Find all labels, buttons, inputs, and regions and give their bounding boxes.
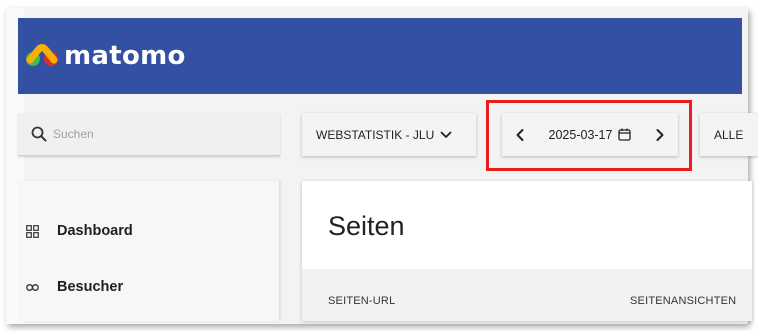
app-name: matomo [64, 41, 186, 71]
menu-item-label: Besucher [57, 279, 124, 295]
search-icon [31, 126, 47, 142]
calendar-icon [618, 128, 632, 141]
visitors-icon [26, 283, 39, 291]
menu-item-visitors[interactable]: Besucher [18, 272, 280, 302]
search-box[interactable] [18, 113, 280, 156]
site-selector[interactable]: WEBSTATISTIK - JLU [302, 113, 476, 156]
chevron-right-icon[interactable] [654, 128, 666, 142]
top-header: matomo [18, 18, 742, 94]
menu-item-label: Dashboard [57, 223, 133, 239]
matomo-logo[interactable]: matomo [24, 41, 186, 71]
left-menu: Dashboard Besucher [18, 181, 280, 321]
dashboard-grid-icon [26, 224, 39, 238]
search-input[interactable] [53, 127, 253, 141]
chevron-left-icon[interactable] [514, 128, 526, 142]
report-title: Seiten [328, 211, 405, 241]
menu-item-dashboard[interactable]: Dashboard [18, 216, 280, 246]
date-selector: 2025-03-17 [502, 113, 678, 156]
report-card: Seiten SEITEN-URL SEITENANSICHTEN [302, 181, 752, 321]
chevron-down-icon [440, 131, 452, 138]
column-header-url[interactable]: SEITEN-URL [328, 295, 395, 307]
site-selector-label: WEBSTATISTIK - JLU [316, 127, 435, 142]
date-picker[interactable]: 2025-03-17 [549, 128, 632, 142]
date-value: 2025-03-17 [548, 127, 613, 142]
table-header: SEITEN-URL SEITENANSICHTEN [302, 269, 752, 321]
segment-selector[interactable]: ALLE [700, 113, 758, 156]
matomo-logo-icon [26, 44, 58, 66]
column-header-pageviews[interactable]: SEITENANSICHTEN [630, 295, 736, 307]
segment-label: ALLE [714, 127, 744, 142]
